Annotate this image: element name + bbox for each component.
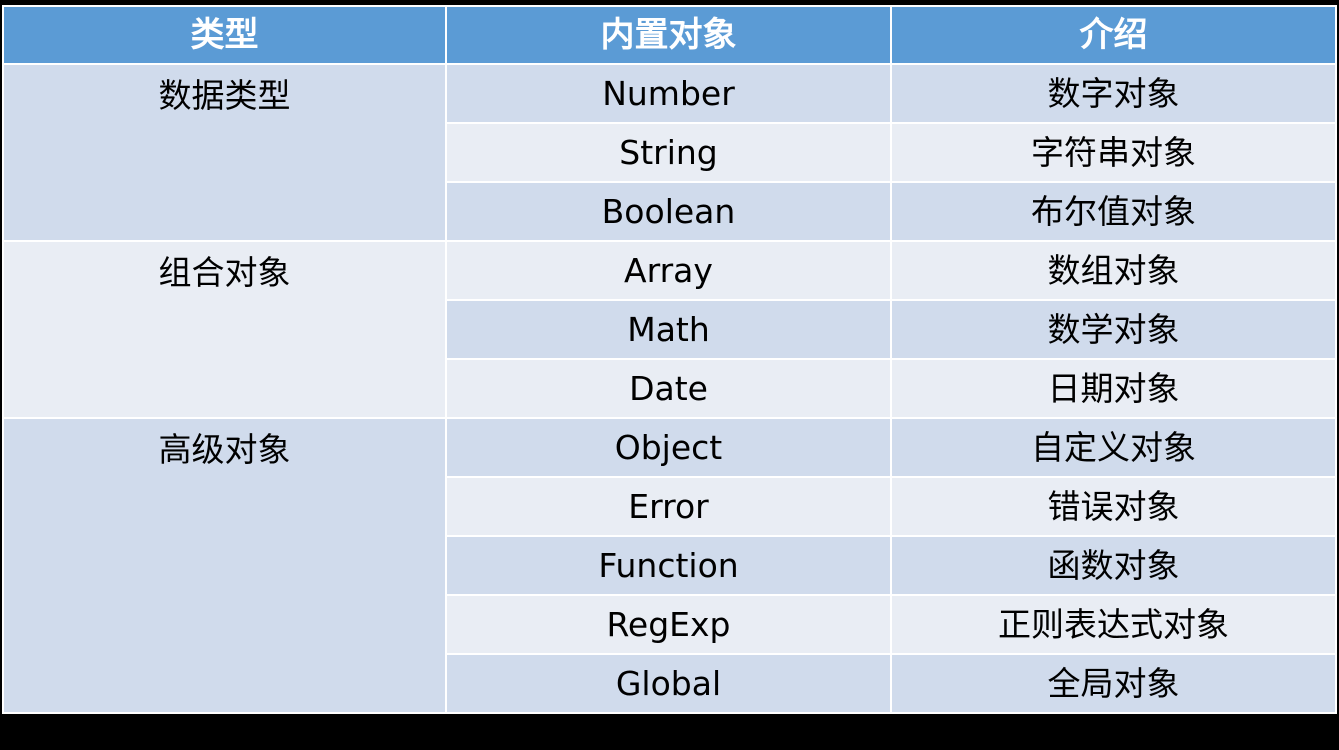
header-type: 类型 [2,5,447,65]
table-row: 数据类型 Number 数字对象 [2,63,1337,242]
description-cell: 数组对象 [890,240,1337,301]
builtin-objects-table: 类型 内置对象 介绍 数据类型 Number 数字对象 String 字符串对象… [2,5,1337,714]
description-cell: 日期对象 [890,358,1337,419]
description-cell: 函数对象 [890,535,1337,596]
table-row: 组合对象 Array 数组对象 [2,240,1337,419]
description-cell: 布尔值对象 [890,181,1337,242]
category-cell: 组合对象 [2,240,447,419]
object-cell: String [445,122,892,183]
description-cell: 数字对象 [890,63,1337,124]
category-cell: 高级对象 [2,417,447,714]
description-cell: 错误对象 [890,476,1337,537]
object-cell: Date [445,358,892,419]
description-cell: 自定义对象 [890,417,1337,478]
header-description: 介绍 [890,5,1337,65]
object-cell: Number [445,63,892,124]
object-cell: Global [445,653,892,714]
object-cell: Error [445,476,892,537]
object-cell: Array [445,240,892,301]
header-row: 类型 内置对象 介绍 [2,5,1337,65]
object-cell: Function [445,535,892,596]
object-cell: Math [445,299,892,360]
description-cell: 字符串对象 [890,122,1337,183]
object-cell: Object [445,417,892,478]
header-builtin-object: 内置对象 [445,5,892,65]
object-cell: RegExp [445,594,892,655]
description-cell: 全局对象 [890,653,1337,714]
description-cell: 数学对象 [890,299,1337,360]
object-cell: Boolean [445,181,892,242]
category-cell: 数据类型 [2,63,447,242]
description-cell: 正则表达式对象 [890,594,1337,655]
table-row: 高级对象 Object 自定义对象 [2,417,1337,714]
